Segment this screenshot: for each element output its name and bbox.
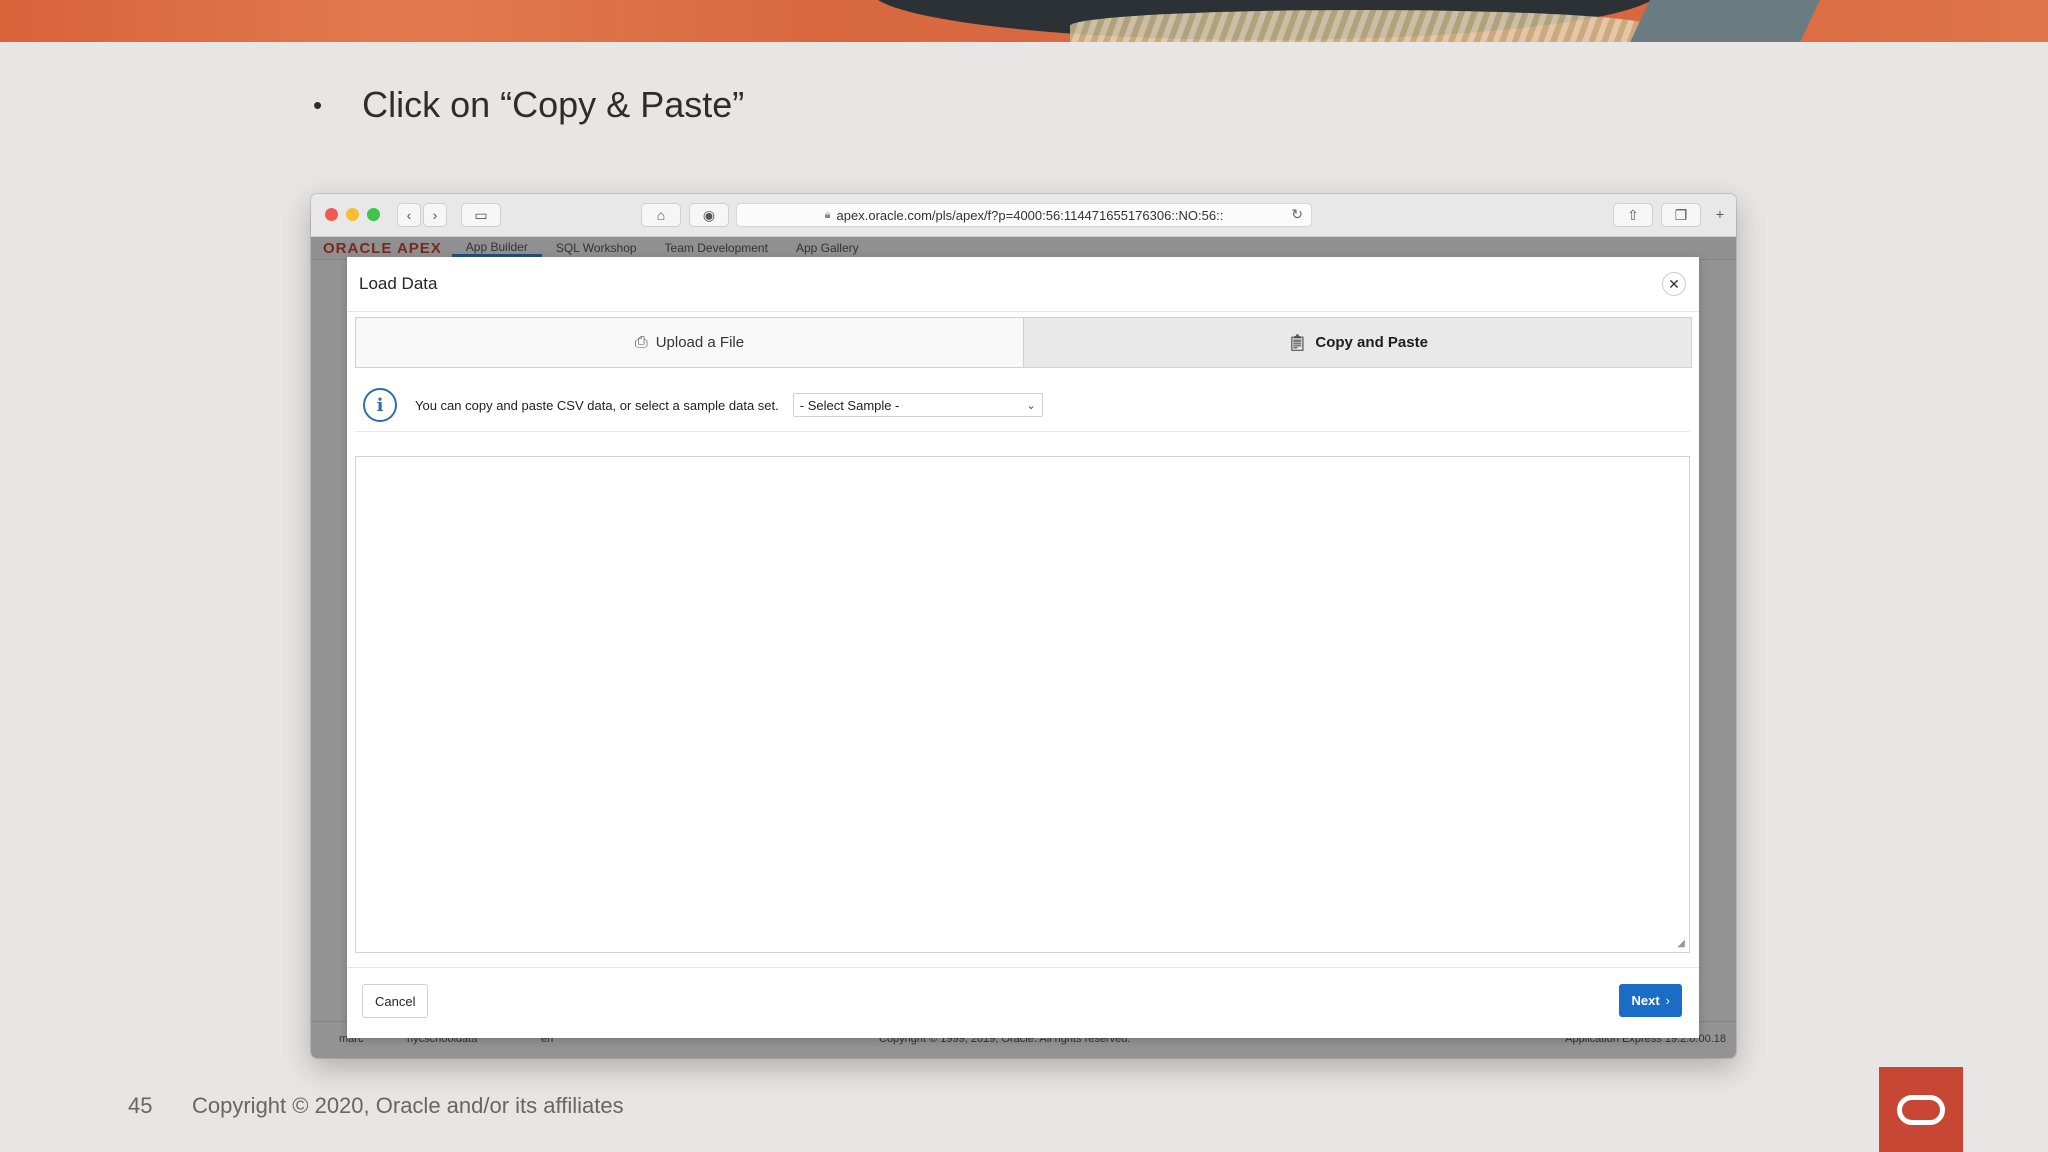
new-tab-icon[interactable]: + xyxy=(1709,203,1731,225)
privacy-icon[interactable]: ◉ xyxy=(689,203,729,227)
browser-titlebar: ‹ › ▭ ⌂ ◉ 🔒︎ apex.oracle.com/pls/apex/f?… xyxy=(311,194,1736,237)
cancel-button[interactable]: Cancel xyxy=(362,984,429,1018)
tab-upload-file[interactable]: ⎙ Upload a File xyxy=(356,318,1023,367)
load-data-dialog: Load Data ✕ ⎙ Upload a File 📋︎ Copy and … xyxy=(347,257,1699,1038)
address-bar[interactable]: 🔒︎ apex.oracle.com/pls/apex/f?p=4000:56:… xyxy=(736,203,1312,227)
clipboard-icon: 📋︎ xyxy=(1287,334,1308,352)
url-text: apex.oracle.com/pls/apex/f?p=4000:56:114… xyxy=(836,207,1224,223)
lock-icon: 🔒︎ xyxy=(824,208,831,221)
zoom-window-button[interactable] xyxy=(367,208,380,221)
dialog-footer: Cancel Next › xyxy=(347,967,1699,1038)
paste-data-textarea[interactable]: ◢ xyxy=(355,456,1690,953)
oracle-o-icon xyxy=(1897,1094,1945,1125)
load-method-tabs: ⎙ Upload a File 📋︎ Copy and Paste xyxy=(355,317,1692,368)
cancel-button-label: Cancel xyxy=(375,993,416,1009)
info-row: i You can copy and paste CSV data, or se… xyxy=(355,379,1690,432)
forward-icon[interactable]: › xyxy=(423,203,447,227)
tabs-overview-icon[interactable]: ❐ xyxy=(1661,203,1701,227)
resize-handle-icon[interactable]: ◢ xyxy=(1677,938,1685,949)
sample-select-value: - Select Sample - xyxy=(799,397,900,413)
slide-copyright: Copyright © 2020, Oracle and/or its affi… xyxy=(192,1093,624,1118)
chevron-down-icon: ⌄ xyxy=(1026,399,1036,412)
decorative-banner xyxy=(0,0,2048,42)
close-icon[interactable]: ✕ xyxy=(1662,272,1686,296)
info-icon: i xyxy=(363,388,397,422)
tab-copy-and-paste[interactable]: 📋︎ Copy and Paste xyxy=(1023,318,1691,367)
page-number: 45 xyxy=(128,1093,153,1118)
next-button-label: Next xyxy=(1631,993,1660,1008)
bullet-dot-icon: • xyxy=(313,89,323,120)
oracle-logo xyxy=(1879,1067,1963,1152)
tab-copy-and-paste-label: Copy and Paste xyxy=(1315,334,1428,351)
tab-upload-file-label: Upload a File xyxy=(655,334,745,351)
banner-stripes xyxy=(1070,10,1650,42)
back-icon[interactable]: ‹ xyxy=(397,203,421,227)
sidebar-toggle-icon[interactable]: ▭ xyxy=(461,203,501,227)
close-window-button[interactable] xyxy=(325,208,338,221)
bullet-text: Click on “Copy & Paste” xyxy=(362,84,745,125)
dialog-title: Load Data xyxy=(359,274,438,293)
banner-accent xyxy=(1630,0,1820,42)
dialog-header: Load Data ✕ xyxy=(347,257,1699,312)
minimize-window-button[interactable] xyxy=(346,208,359,221)
next-button[interactable]: Next › xyxy=(1619,984,1682,1017)
sample-select[interactable]: - Select Sample - ⌄ xyxy=(792,393,1043,417)
chevron-right-icon: › xyxy=(1665,993,1670,1008)
upload-file-icon: ⎙ xyxy=(634,333,648,351)
browser-window: ‹ › ▭ ⌂ ◉ 🔒︎ apex.oracle.com/pls/apex/f?… xyxy=(311,194,1736,1058)
info-text: You can copy and paste CSV data, or sele… xyxy=(415,397,779,413)
slide-bullet: • Click on “Copy & Paste” xyxy=(313,84,744,126)
share-icon[interactable]: ⇧ xyxy=(1613,203,1653,227)
reload-icon[interactable]: ↻ xyxy=(1291,206,1303,223)
extension-icon[interactable]: ⌂ xyxy=(641,203,681,227)
